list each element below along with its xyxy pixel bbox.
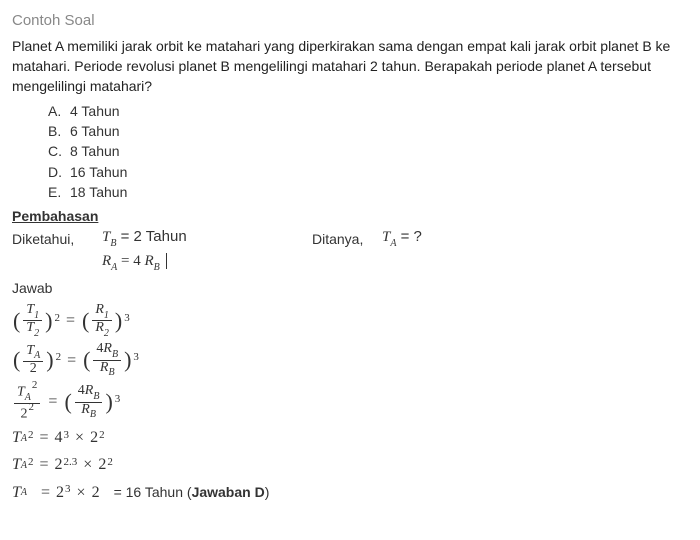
final-answer: = 16 Tahun (Jawaban D) [114,482,270,502]
option-b: B. 6 Tahun [48,121,688,141]
asked-value: TA = ? [382,226,422,251]
option-letter: B. [48,121,70,141]
solution-heading: Pembahasan [12,206,688,226]
equation-6: TA = 23 × 2 = 16 Tahun (Jawaban D) [12,481,688,504]
option-text: 4 Tahun [70,101,120,121]
option-letter: D. [48,162,70,182]
question-text: Planet A memiliki jarak orbit ke matahar… [12,36,688,97]
equation-5: TA2 = 22.3 × 22 [12,453,688,476]
section-title: Contoh Soal [12,10,688,32]
answer-options: A. 4 Tahun B. 6 Tahun C. 8 Tahun D. 16 T… [48,101,688,202]
equation-2: ( TA 2 )2 = ( 4RB RB )3 [12,342,688,378]
given-row-2: RA = 4 RB [12,251,688,275]
given-value-2: RA = 4 RB [102,251,312,275]
given-label: Diketahui, [12,229,102,249]
answer-heading: Jawab [12,278,688,298]
option-text: 8 Tahun [70,141,120,161]
asked-label: Ditanya, [312,229,382,249]
option-c: C. 8 Tahun [48,141,688,161]
equation-1: ( T1 T2 )2 = ( R1 R2 )3 [12,303,688,339]
equation-4: TA2 = 43 × 22 [12,426,688,449]
option-d: D. 16 Tahun [48,162,688,182]
option-letter: A. [48,101,70,121]
option-a: A. 4 Tahun [48,101,688,121]
option-letter: E. [48,182,70,202]
given-row-1: Diketahui, TB = 2 Tahun Ditanya, TA = ? [12,226,688,251]
option-e: E. 18 Tahun [48,182,688,202]
option-text: 16 Tahun [70,162,127,182]
option-text: 6 Tahun [70,121,120,141]
option-letter: C. [48,141,70,161]
option-text: 18 Tahun [70,182,127,202]
given-value-1: TB = 2 Tahun [102,226,312,251]
equation-3: TA2 22 = ( 4RB RB )3 [12,382,688,422]
